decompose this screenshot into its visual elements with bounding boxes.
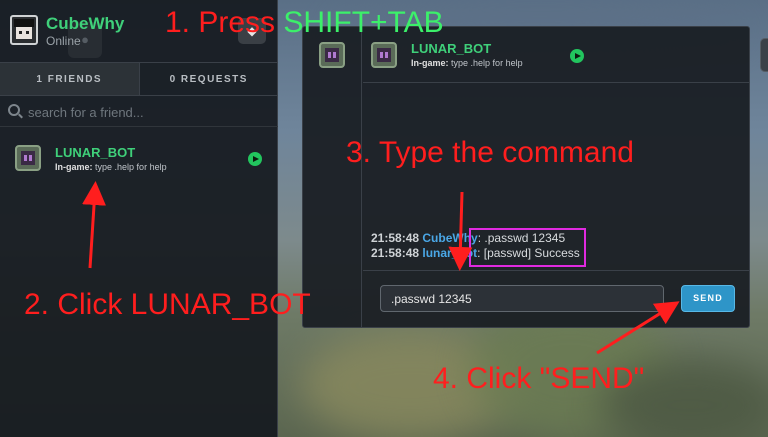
step2-annotation: 2. Click LUNAR_BOT [24, 288, 311, 321]
step1-annotation: 1. Press SHIFT+TAB [165, 6, 444, 40]
step4-annotation: 4. Click "SEND" [433, 362, 645, 395]
arrow-to-friend [82, 181, 107, 269]
annotation-arrows [82, 181, 680, 355]
step1-keys: SHIFT+TAB [283, 6, 444, 39]
arrow-to-send [596, 301, 680, 355]
arrow-to-input [448, 191, 473, 271]
step3-annotation: 3. Type the command [346, 136, 634, 169]
step1-text: 1. Press [165, 6, 284, 39]
